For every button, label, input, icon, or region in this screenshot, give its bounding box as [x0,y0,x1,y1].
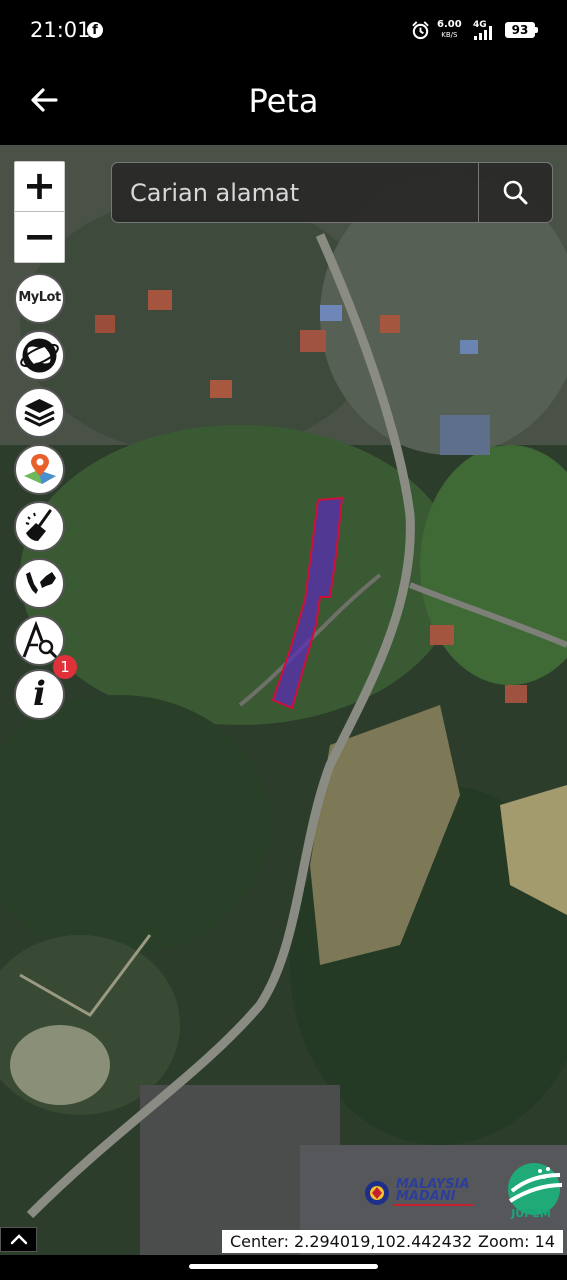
net-speed-unit: KB/S [441,31,458,39]
broom-icon [25,509,52,541]
mylot-icon: MyLot [18,290,61,305]
facebook-icon: f [87,22,103,38]
satellite-imagery [0,145,567,1255]
layers-button[interactable] [14,387,65,438]
notification-badge: 1 [53,655,77,679]
map-pin-icon [24,454,56,484]
net-speed-value: 6.00 [437,19,462,30]
malaysia-button[interactable] [14,558,65,609]
search-button[interactable] [478,163,552,222]
battery-indicator: 93 [505,22,538,38]
layers-icon [24,399,55,427]
zoom-in-button[interactable]: + [15,162,64,212]
globe-icon [20,338,59,373]
map-view[interactable]: + − MyLot [0,145,567,1255]
app-bar: Peta [0,60,567,145]
alarm-icon [412,21,429,40]
zoom-level: Zoom: 14 [478,1232,555,1251]
coordinate-readout: Center: 2.294019,102.442432 Zoom: 14 [222,1230,563,1253]
location-button[interactable] [14,444,65,495]
expand-panel-button[interactable] [0,1227,37,1252]
clear-button[interactable] [14,501,65,552]
madani-logo-text: MALAYSIA MADANI [396,1177,470,1204]
info-icon: i [33,674,46,714]
mylot-button[interactable]: MyLot [14,273,65,324]
search-input[interactable] [112,163,479,222]
zoom-control: + − [14,161,65,263]
center-coordinates: Center: 2.294019,102.442432 [230,1232,473,1251]
malaysia-map-icon [26,572,56,594]
net-speed: 6.00 KB/S [437,20,462,40]
signal-icon [474,26,492,40]
status-bar: 21:01 f 6.00 KB/S 4G 93 [0,0,567,60]
measure-search-icon [22,620,58,659]
basemap-button[interactable] [14,330,65,381]
search-icon [503,180,528,205]
system-nav-bar [0,1255,567,1280]
home-indicator[interactable] [189,1264,378,1269]
jupem-logo-text: JUPEM [511,1207,551,1220]
zoom-out-button[interactable]: − [15,213,64,263]
page-title: Peta [248,82,319,120]
status-time: 21:01 [30,18,91,42]
address-search [111,162,553,223]
chevron-up-icon [10,1234,28,1245]
